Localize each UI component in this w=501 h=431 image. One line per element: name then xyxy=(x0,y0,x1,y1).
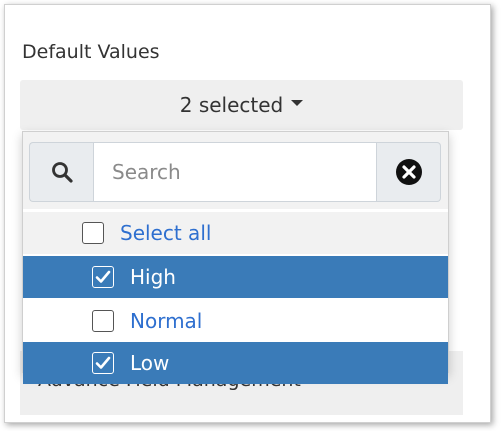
option-high[interactable]: High xyxy=(23,256,448,298)
close-circle-icon xyxy=(395,159,422,185)
select-all-option[interactable]: Select all xyxy=(23,212,448,254)
default-values-label: Default Values xyxy=(22,41,160,63)
search-icon xyxy=(51,162,73,183)
multiselect-toggle-button[interactable]: 2 selected xyxy=(20,80,463,130)
caret-down-icon xyxy=(291,100,304,106)
clear-search-button[interactable] xyxy=(377,142,441,202)
search-group xyxy=(29,142,441,202)
search-row xyxy=(23,132,448,209)
option-high-label: High xyxy=(130,265,176,289)
option-low-label: Low xyxy=(130,351,170,375)
option-normal[interactable]: Normal xyxy=(23,300,448,342)
check-icon xyxy=(95,270,111,283)
option-high-checkbox[interactable] xyxy=(92,266,114,288)
multiselect-panel: Default Values 2 selected Advance Field … xyxy=(4,4,491,423)
multiselect-dropdown-menu: Select all High Normal Low xyxy=(22,131,449,384)
select-all-label: Select all xyxy=(120,221,212,245)
search-addon xyxy=(29,142,93,202)
option-normal-label: Normal xyxy=(130,309,203,333)
option-low[interactable]: Low xyxy=(23,342,448,384)
selected-count-label: 2 selected xyxy=(179,93,284,117)
option-normal-checkbox[interactable] xyxy=(92,310,114,332)
select-all-checkbox[interactable] xyxy=(82,222,104,244)
search-input[interactable] xyxy=(93,142,377,202)
check-icon xyxy=(95,356,111,369)
option-low-checkbox[interactable] xyxy=(92,352,114,374)
